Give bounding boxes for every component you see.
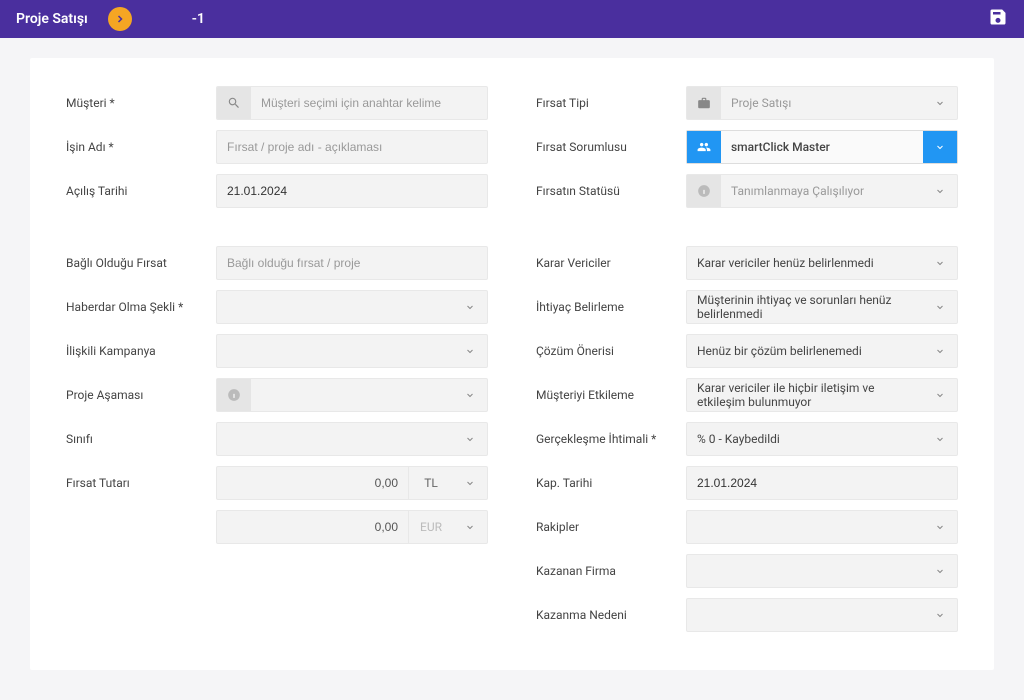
label-bagli-firsat: Bağlı Olduğu Fırsat bbox=[66, 256, 216, 270]
search-icon-box bbox=[217, 87, 251, 119]
label-rakipler: Rakipler bbox=[536, 520, 686, 534]
label-neden: Kazanma Nedeni bbox=[536, 608, 686, 622]
info-icon bbox=[227, 388, 241, 402]
chevron-down-icon bbox=[923, 555, 957, 587]
label-etkileme: Müşteriyi Etkileme bbox=[536, 388, 686, 402]
label-kazanan: Kazanan Firma bbox=[536, 564, 686, 578]
chevron-down-icon bbox=[923, 87, 957, 119]
tutar-tl-input[interactable] bbox=[217, 476, 408, 490]
label-kap-tarihi: Kap. Tarihi bbox=[536, 476, 686, 490]
cozum-value: Henüz bir çözüm belirlenemedi bbox=[687, 344, 923, 358]
neden-select[interactable] bbox=[686, 598, 958, 632]
chevron-down-icon bbox=[923, 379, 957, 411]
ihtiyac-value: Müşterinin ihtiyaç ve sorunları henüz be… bbox=[687, 293, 923, 321]
currency-tl-label: TL bbox=[409, 476, 453, 490]
sinifi-select[interactable] bbox=[216, 422, 488, 456]
statu-select[interactable]: Tanımlanmaya Çalışılıyor bbox=[686, 174, 958, 208]
tip-value: Proje Satışı bbox=[721, 96, 923, 110]
tutar-eur-amount[interactable] bbox=[216, 510, 408, 544]
kazanan-select[interactable] bbox=[686, 554, 958, 588]
info-icon bbox=[697, 184, 711, 198]
chevron-down-icon bbox=[923, 599, 957, 631]
isin-adi-input[interactable] bbox=[217, 131, 487, 163]
musteri-field[interactable] bbox=[216, 86, 488, 120]
chevron-down-icon bbox=[453, 423, 487, 455]
label-ihtimal: Gerçekleşme İhtimali * bbox=[536, 432, 686, 446]
form-card: Müşteri * İşin Adı * bbox=[30, 58, 994, 670]
info-icon-box bbox=[687, 175, 721, 207]
chevron-right-icon bbox=[114, 13, 126, 25]
label-statu: Fırsatın Statüsü bbox=[536, 184, 686, 198]
record-id: -1 bbox=[192, 11, 205, 27]
tutar-tl-currency[interactable]: TL bbox=[408, 466, 488, 500]
forward-button[interactable] bbox=[108, 7, 132, 31]
kampanya-select[interactable] bbox=[216, 334, 488, 368]
asama-select[interactable] bbox=[216, 378, 488, 412]
chevron-down-icon bbox=[923, 291, 957, 323]
chevron-down-icon bbox=[923, 175, 957, 207]
haberdar-select[interactable] bbox=[216, 290, 488, 324]
ihtimal-select[interactable]: % 0 - Kaybedildi bbox=[686, 422, 958, 456]
sorumlu-select[interactable]: smartClick Master bbox=[686, 130, 958, 164]
chevron-down-icon bbox=[453, 379, 487, 411]
label-haberdar: Haberdar Olma Şekli * bbox=[66, 300, 216, 314]
etkileme-select[interactable]: Karar vericiler ile hiçbir iletişim ve e… bbox=[686, 378, 958, 412]
chevron-down-icon bbox=[453, 511, 487, 543]
briefcase-icon-box bbox=[687, 87, 721, 119]
users-icon bbox=[697, 140, 711, 154]
briefcase-icon bbox=[697, 96, 711, 110]
label-tip: Fırsat Tipi bbox=[536, 96, 686, 110]
tutar-tl-amount[interactable] bbox=[216, 466, 408, 500]
cozum-select[interactable]: Henüz bir çözüm belirlenemedi bbox=[686, 334, 958, 368]
bagli-firsat-field[interactable] bbox=[216, 246, 488, 280]
chevron-down-icon bbox=[453, 335, 487, 367]
acilis-tarihi-field[interactable] bbox=[216, 174, 488, 208]
ihtimal-value: % 0 - Kaybedildi bbox=[687, 432, 923, 446]
isin-adi-field[interactable] bbox=[216, 130, 488, 164]
sorumlu-value: smartClick Master bbox=[721, 140, 923, 154]
page-header: Proje Satışı -1 bbox=[0, 0, 1024, 38]
label-asama: Proje Aşaması bbox=[66, 388, 216, 402]
ihtiyac-select[interactable]: Müşterinin ihtiyaç ve sorunları henüz be… bbox=[686, 290, 958, 324]
label-kampanya: İlişkili Kampanya bbox=[66, 344, 216, 358]
statu-value: Tanımlanmaya Çalışılıyor bbox=[721, 184, 923, 198]
kap-tarihi-input[interactable] bbox=[687, 467, 957, 499]
search-icon bbox=[227, 96, 241, 110]
chevron-down-icon bbox=[923, 423, 957, 455]
label-musteri: Müşteri * bbox=[66, 96, 216, 110]
chevron-down-icon bbox=[923, 511, 957, 543]
tutar-eur-input[interactable] bbox=[217, 520, 408, 534]
chevron-down-icon bbox=[923, 131, 957, 163]
karar-value: Karar vericiler henüz belirlenmedi bbox=[687, 256, 923, 270]
chevron-down-icon bbox=[923, 335, 957, 367]
save-icon bbox=[988, 7, 1008, 27]
kap-tarihi-field[interactable] bbox=[686, 466, 958, 500]
label-sinifi: Sınıfı bbox=[66, 432, 216, 446]
musteri-input[interactable] bbox=[251, 87, 487, 119]
label-tutar: Fırsat Tutarı bbox=[66, 476, 216, 490]
chevron-down-icon bbox=[923, 247, 957, 279]
etkileme-value: Karar vericiler ile hiçbir iletişim ve e… bbox=[687, 381, 923, 409]
info-icon-box bbox=[217, 379, 251, 411]
page-title: Proje Satışı bbox=[16, 11, 88, 27]
label-acilis-tarihi: Açılış Tarihi bbox=[66, 184, 216, 198]
karar-select[interactable]: Karar vericiler henüz belirlenmedi bbox=[686, 246, 958, 280]
currency-eur-label: EUR bbox=[409, 520, 453, 534]
tutar-eur-currency[interactable]: EUR bbox=[408, 510, 488, 544]
tip-select[interactable]: Proje Satışı bbox=[686, 86, 958, 120]
label-sorumlu: Fırsat Sorumlusu bbox=[536, 140, 686, 154]
rakipler-select[interactable] bbox=[686, 510, 958, 544]
chevron-down-icon bbox=[453, 467, 487, 499]
label-cozum: Çözüm Önerisi bbox=[536, 344, 686, 358]
label-ihtiyac: İhtiyaç Belirleme bbox=[536, 300, 686, 314]
label-karar: Karar Vericiler bbox=[536, 256, 686, 270]
acilis-tarihi-input[interactable] bbox=[217, 175, 487, 207]
chevron-down-icon bbox=[453, 291, 487, 323]
users-icon-box bbox=[687, 131, 721, 163]
right-column: Fırsat Tipi Proje Satışı Fırsat Sorumlus… bbox=[536, 86, 958, 642]
label-isin-adi: İşin Adı * bbox=[66, 140, 216, 154]
save-button[interactable] bbox=[988, 7, 1008, 31]
left-column: Müşteri * İşin Adı * bbox=[66, 86, 488, 642]
bagli-firsat-input[interactable] bbox=[217, 247, 487, 279]
